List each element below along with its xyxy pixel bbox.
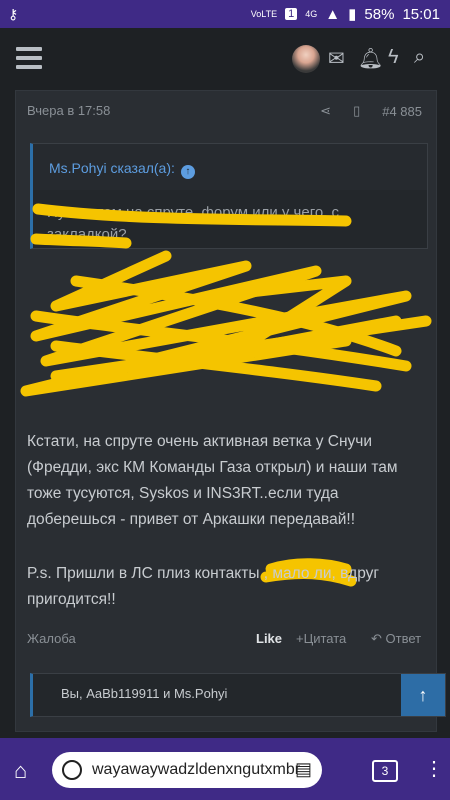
sim-indicator: 1 [285,8,298,20]
key-icon: ⚷ [8,6,19,22]
url-bar[interactable]: wayawaywadzldenxngutxmbr ▤ [52,752,322,788]
network-type: 4G [305,8,318,19]
app-header: ✉ 🔔︎ ϟ ⌕ [0,28,450,90]
hamburger-icon[interactable] [16,47,42,69]
arrow-up-icon: ↑ [418,685,428,705]
home-icon[interactable]: ⌂ [14,758,27,784]
plus-icon: + [296,631,304,646]
signal-icon: ▲ [325,5,341,23]
scroll-top-button[interactable]: ↑ [401,674,445,716]
like-button[interactable]: Like [256,631,282,646]
reactions-bar: Вы, AaBb119911 и Ms.Pohyi ↑ [30,673,446,717]
reply-icon: ↶ [371,631,386,646]
overflow-menu-icon[interactable]: ⋮ [424,756,444,781]
reply-button[interactable]: ↶ Ответ [371,631,421,647]
bell-icon[interactable]: 🔔︎ [358,46,383,71]
tab-switcher-button[interactable]: 3 [372,760,398,782]
status-bar: ⚷ VoLTE 1 4G ▲ ▮ 58% 15:01 [0,0,450,28]
clock: 15:01 [402,5,440,23]
post-card: Вчера в 17:58 ⋖ ▯ #4 885 Ms.Pohyi сказал… [15,90,446,732]
quote-button[interactable]: +Цитата [296,631,346,646]
bolt-icon[interactable]: ϟ [388,46,399,69]
report-link[interactable]: Жалоба [27,631,76,646]
reader-mode-icon[interactable]: ▤ [295,759,312,780]
reply-button-label: Ответ [385,631,422,646]
url-text[interactable]: wayawaywadzldenxngutxmbr [92,761,312,779]
avatar[interactable] [292,45,320,73]
browser-toolbar: ⌂ wayawaywadzldenxngutxmbr ▤ 3 ⋮ [0,738,450,800]
site-favicon-icon [62,760,82,780]
post-paragraph-2: P.s. Пришли в ЛС плиз контакты , мало ли… [27,565,380,608]
battery-percent: 58% [364,5,395,23]
search-icon[interactable]: ⌕ [414,46,425,69]
reactions-list[interactable]: Вы, AaBb119911 и Ms.Pohyi [61,686,227,701]
mail-icon[interactable]: ✉ [328,46,345,71]
post-paragraph-1: Кстати, на спруте очень активная ветка у… [27,433,398,528]
quote-button-label: Цитата [303,631,347,646]
battery-icon: ▮ [348,6,357,23]
volte-indicator: VoLTE [250,8,278,19]
